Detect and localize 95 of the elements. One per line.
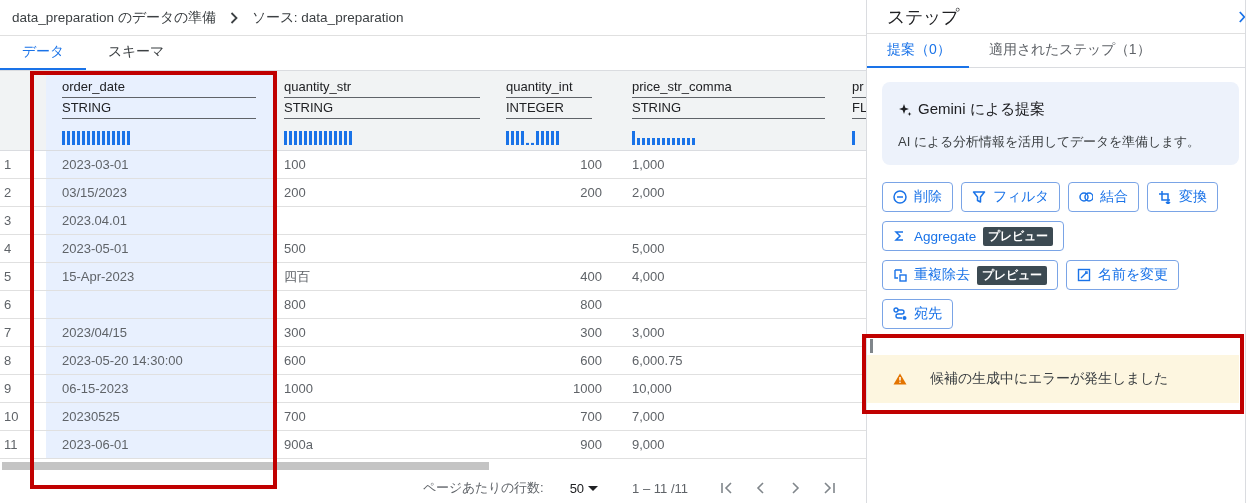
column-type: STRING [284,98,480,119]
first-page-icon [720,481,734,495]
table-cell: 2,000 [612,179,845,207]
preview-badge: プレビュー [983,226,1054,246]
crop-arrows-icon [1158,190,1172,204]
table-cell: 800 [276,291,500,319]
horizontal-scrollbar[interactable] [2,462,489,470]
table-cell: 900a [276,431,500,459]
table-cell: 600 [500,347,612,375]
table-cell: 2023/04/15 [46,319,276,347]
histogram-drawing [632,131,695,145]
table-cell: 600 [276,347,500,375]
sparkle-icon [898,102,912,117]
histogram-drawing [284,131,352,145]
column-type: FL [852,98,866,119]
table-cell: 100 [500,151,612,179]
action-button[interactable]: 重複除去 プレビュー [882,260,1058,290]
column-type: INTEGER [506,98,592,119]
table-cell: 四百 [276,263,500,291]
action-button[interactable]: 名前を変更 [1066,260,1179,290]
table-cell: 400 [500,263,612,291]
table-cell: 15-Apr-2023 [46,263,276,291]
table-cell: 2023-06-01 [46,431,276,459]
overlapping-circles-icon [1079,190,1093,204]
column-name: quantity_int [506,77,592,98]
table-cell: 2023-03-01 [46,151,276,179]
caret-icon [588,485,599,491]
table-cell: 2023-05-20 14:30:00 [46,347,276,375]
rows-per-page-label: ページあたりの行数: [423,479,544,497]
view-tab[interactable]: スキーマ [86,36,186,70]
last-page-icon [822,481,836,495]
rows-per-page-dropdown[interactable]: 50 [569,480,599,496]
action-button[interactable]: フィルタ [961,182,1060,212]
table-cell: 1000 [500,375,612,403]
action-button[interactable]: 宛先 [882,299,953,329]
table-cell: 10,000 [612,375,845,403]
warning-icon [893,373,907,385]
panel-title: ステップ [887,5,959,29]
table-cell: 9,000 [612,431,845,459]
column-name: price_str_comma [632,77,825,98]
edit-box-icon [1077,268,1091,282]
table-cell: 300 [276,319,500,347]
preview-badge: プレビュー [977,265,1047,285]
histogram-drawing [506,131,559,145]
chevron-right-icon[interactable] [1239,10,1245,23]
histogram-drawing [852,131,855,145]
card-title: Gemini による提案 [918,100,1045,119]
table-cell: 300 [500,319,612,347]
column-header[interactable]: quantity_str STRING [276,71,500,151]
breadcrumb-item: ソース: data_preparation [251,8,404,27]
column-type: STRING [632,98,825,119]
table-cell: 100 [276,151,500,179]
column-name: quantity_str [284,77,480,98]
table-cell: 06-15-2023 [46,375,276,403]
panel-tab[interactable]: 提案（0） [867,34,969,68]
table-cell: 2023.04.01 [46,207,276,235]
table-cell: 5,000 [612,235,845,263]
histogram-drawing [62,131,130,145]
action-button[interactable]: 変換 [1147,182,1218,212]
table-cell: 7,000 [612,403,845,431]
route-icon [893,307,907,321]
table-cell: 500 [276,235,500,263]
table-cell: 700 [500,403,612,431]
table-cell: 900 [500,431,612,459]
action-button[interactable]: Aggregate プレビュー [882,221,1065,251]
page-range: 1 – 11 /11 [632,480,688,496]
table-cell: 6,000.75 [612,347,845,375]
table-cell: 1,000 [612,151,845,179]
column-header[interactable]: quantity_int INTEGER [500,71,612,151]
table-cell: 4,000 [612,263,845,291]
copy-shapes-icon [893,268,907,282]
table-cell: 3,000 [612,319,845,347]
panel-tab[interactable]: 適用されたステップ（1） [968,34,1169,68]
table-cell: 20230525 [46,403,276,431]
card-description: AI による分析情報を活用してデータを準備します。 [898,133,1201,151]
action-button[interactable]: 削除 [882,182,953,212]
table-cell: 1000 [276,375,500,403]
column-type: STRING [62,98,256,119]
table-cell: 700 [276,403,500,431]
table-cell: 200 [276,179,500,207]
table-cell: 200 [500,179,612,207]
table-cell: 03/15/2023 [46,179,276,207]
column-header[interactable]: price_str_comma STRING [612,71,845,151]
column-header[interactable]: pr FL [845,71,866,151]
table-cell: 800 [500,291,612,319]
scroll-indicator [870,339,873,353]
breadcrumb-item[interactable]: data_preparation のデータの準備 [12,8,216,27]
minus-circle-icon [893,190,907,204]
column-name: order_date [62,77,256,98]
chevron-right-icon [229,11,238,24]
funnel-icon [972,190,986,204]
error-message: 候補の生成中にエラーが発生しました [930,370,1168,388]
column-name: pr [852,77,866,98]
table-cell: 2023-05-01 [46,235,276,263]
action-button[interactable]: 結合 [1068,182,1139,212]
